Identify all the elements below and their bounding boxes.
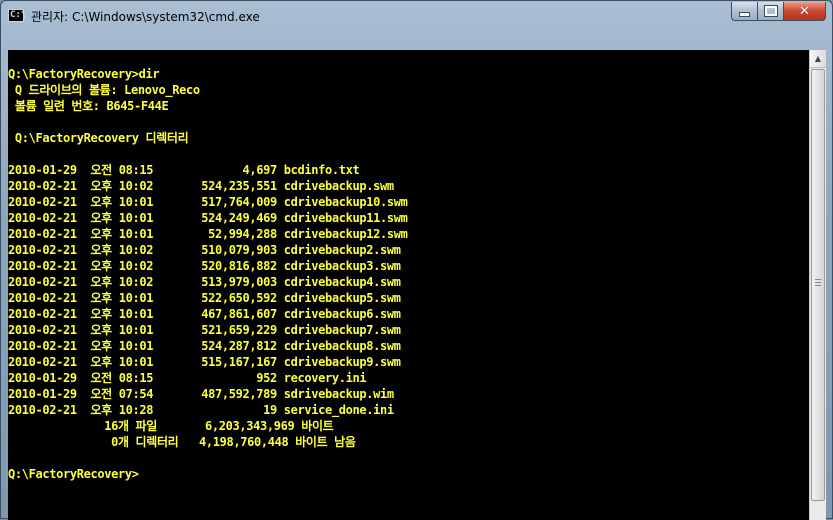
cmd-icon[interactable]: C:\ bbox=[8, 9, 27, 22]
scroll-up-icon[interactable]: ▲ bbox=[810, 50, 826, 68]
thumb-grip-line bbox=[815, 282, 821, 283]
console-line: 2010-02-21 오후 10:01 52,994,288 cdrivebac… bbox=[8, 227, 408, 241]
console-line: 2010-02-21 오후 10:01 467,861,607 cdriveba… bbox=[8, 307, 401, 321]
scroll-thumb[interactable] bbox=[811, 69, 825, 501]
cmd-icon-label: C:\ bbox=[10, 10, 27, 20]
maximize-button[interactable] bbox=[757, 2, 783, 21]
title-bar[interactable]: C:\ 관리자: C:\Windows\system32\cmd.exe ✕ bbox=[1, 1, 832, 31]
thumb-grip-line bbox=[815, 279, 821, 280]
console-line: 2010-02-21 오후 10:28 19 service_done.ini bbox=[8, 403, 394, 417]
maximize-icon bbox=[763, 5, 778, 17]
console-line: Q:\FactoryRecovery> bbox=[8, 467, 139, 481]
console-line: 0개 디렉터리 4,198,760,448 바이트 남음 bbox=[8, 435, 356, 449]
console-line: 2010-02-21 오후 10:02 510,079,903 cdriveba… bbox=[8, 243, 401, 257]
close-icon: ✕ bbox=[799, 3, 810, 19]
console-line: Q:\FactoryRecovery>dir bbox=[8, 67, 160, 81]
thumb-grip-line bbox=[815, 285, 821, 286]
console-line: 2010-02-21 오후 10:01 524,249,469 cdriveba… bbox=[8, 211, 408, 225]
window-title: 관리자: C:\Windows\system32\cmd.exe bbox=[31, 10, 260, 24]
close-button[interactable]: ✕ bbox=[783, 2, 826, 21]
console-lines: Q:\FactoryRecovery>dir Q 드라이브의 볼륨: Lenov… bbox=[8, 50, 408, 482]
minimize-icon bbox=[739, 11, 750, 17]
console-output[interactable]: Q:\FactoryRecovery>dir Q 드라이브의 볼륨: Lenov… bbox=[8, 50, 809, 520]
cmd-window: C:\ 관리자: C:\Windows\system32\cmd.exe ✕ Q… bbox=[0, 0, 833, 520]
console-line: 2010-02-21 오후 10:01 524,287,812 cdriveba… bbox=[8, 339, 401, 353]
console-line: 2010-02-21 오후 10:01 517,764,009 cdriveba… bbox=[8, 195, 408, 209]
console-line: 볼륨 일련 번호: B645-F44E bbox=[8, 99, 169, 113]
console-line: 2010-02-21 오후 10:01 522,650,592 cdriveba… bbox=[8, 291, 401, 305]
vertical-scrollbar[interactable]: ▲ bbox=[809, 50, 826, 520]
console-line: 2010-01-29 오전 08:15 4,697 bcdinfo.txt bbox=[8, 163, 360, 177]
console-line: Q:\FactoryRecovery 디렉터리 bbox=[8, 131, 189, 145]
console-line: Q 드라이브의 볼륨: Lenovo_Reco bbox=[8, 83, 200, 97]
console-line: 2010-01-29 오전 08:15 952 recovery.ini bbox=[8, 371, 367, 385]
caption-buttons: ✕ bbox=[731, 2, 826, 21]
console-line: 16개 파일 6,203,343,969 바이트 bbox=[8, 419, 334, 433]
console-line: 2010-02-21 오후 10:01 521,659,229 cdriveba… bbox=[8, 323, 401, 337]
minimize-button[interactable] bbox=[731, 2, 757, 21]
console-line: 2010-02-21 오후 10:02 513,979,003 cdriveba… bbox=[8, 275, 401, 289]
console-line: 2010-01-29 오전 07:54 487,592,789 sdriveba… bbox=[8, 387, 394, 401]
console-line: 2010-02-21 오후 10:02 520,816,882 cdriveba… bbox=[8, 259, 401, 273]
console-line: 2010-02-21 오후 10:01 515,167,167 cdriveba… bbox=[8, 355, 401, 369]
console-line: 2010-02-21 오후 10:02 524,235,551 cdriveba… bbox=[8, 179, 394, 193]
